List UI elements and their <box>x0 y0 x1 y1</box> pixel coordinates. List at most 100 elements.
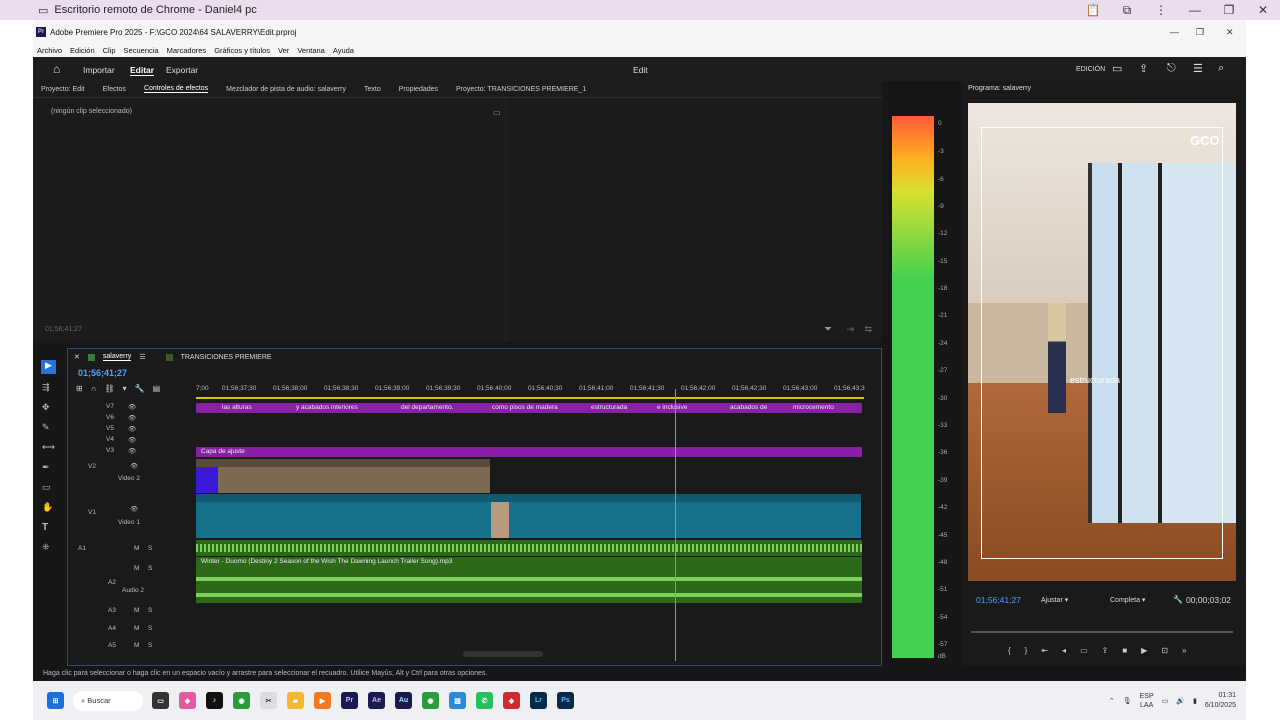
a2-audio-clip[interactable]: Winter - Duomo (Destiny 2 Season of the … <box>196 557 862 603</box>
share-icon[interactable]: ⇪ <box>1139 62 1148 75</box>
go-to-in-icon[interactable]: ⇤ <box>1041 646 1048 655</box>
loop-icon[interactable]: ⇆ <box>864 324 872 335</box>
mute-button[interactable]: M <box>134 545 139 552</box>
tab-project-edit[interactable]: Proyecto: Edit <box>41 86 85 93</box>
hand-tool-icon[interactable]: ✋ <box>42 502 53 513</box>
more-icon[interactable]: ⋮ <box>1144 3 1178 17</box>
task-view-icon[interactable]: ▭ <box>152 692 169 709</box>
export-frame-icon[interactable]: ⇥ <box>846 324 854 335</box>
mute-button[interactable]: M <box>134 565 139 572</box>
playhead[interactable] <box>675 389 676 661</box>
wrench-icon[interactable]: 🔧 <box>135 384 145 393</box>
whatsapp-icon[interactable]: ✆ <box>476 692 493 709</box>
caption-clip[interactable]: microcemento <box>793 404 834 411</box>
menu-graficos[interactable]: Gráficos y títulos <box>214 46 270 55</box>
import-tab[interactable]: Importar <box>83 65 115 75</box>
program-scrubber[interactable] <box>971 631 1233 633</box>
filter-icon[interactable]: ⏷ <box>824 324 832 335</box>
menu-marcadores[interactable]: Marcadores <box>167 46 207 55</box>
extension-icon[interactable]: ⧉ <box>1110 3 1144 18</box>
eye-icon[interactable]: 👁 <box>128 414 136 422</box>
workspace-mode[interactable]: EDICIÓN <box>1076 66 1105 73</box>
horizontal-zoom-scrollbar[interactable] <box>463 651 543 657</box>
caption-clip[interactable]: las alturas <box>222 404 252 411</box>
solo-button[interactable]: S <box>148 545 152 552</box>
tab-sequence-salaverry[interactable]: salaverry <box>102 353 132 361</box>
home-icon[interactable]: ⌂ <box>53 62 60 76</box>
caption-clip[interactable]: como pisos de madera <box>492 404 558 411</box>
tab-project-transitions[interactable]: Proyecto: TRANSICIONES PREMIERE_1 <box>456 86 586 93</box>
ripple-edit-tool-icon[interactable]: ✥ <box>42 402 50 413</box>
widgets-icon[interactable]: ◈ <box>179 692 196 709</box>
export-tab[interactable]: Exportar <box>166 65 198 75</box>
caption-track[interactable]: las alturas y acabados interiores del de… <box>196 403 862 413</box>
clock[interactable]: 01:31 6/10/2025 <box>1205 691 1236 711</box>
tab-properties[interactable]: Propiedades <box>399 86 438 93</box>
mark-out-icon[interactable]: } <box>1025 646 1028 655</box>
type-tool-icon[interactable]: T <box>42 522 48 533</box>
caption-clip[interactable]: y acabados interiores <box>296 404 358 411</box>
lightroom-icon[interactable]: Lr <box>530 692 547 709</box>
close-sequence-icon[interactable]: ✕ <box>74 353 80 361</box>
premiere-taskbar-icon[interactable]: Pr <box>341 692 358 709</box>
tiktok-icon[interactable]: ♪ <box>206 692 223 709</box>
sequence-menu-icon[interactable]: ☰ <box>139 353 145 361</box>
v1-clip-a[interactable]: IMG_3961.MOV <box>196 494 491 538</box>
photos-icon[interactable]: ▨ <box>449 692 466 709</box>
eye-icon[interactable]: 👁 <box>128 447 136 455</box>
caption-clip[interactable]: del departamento. <box>401 404 453 411</box>
caption-tool-icon[interactable]: ⁜ <box>42 542 50 553</box>
search-icon[interactable]: ⌕ <box>1218 62 1224 75</box>
tab-sequence-transitions[interactable]: TRANSICIONES PREMIERE <box>181 354 272 361</box>
chevron-up-icon[interactable]: ⌃ <box>1109 697 1115 705</box>
more-buttons-icon[interactable]: » <box>1182 646 1186 655</box>
tab-text[interactable]: Texto <box>364 86 381 93</box>
v1-clip-b[interactable]: IMG_3886.MOV <box>491 494 861 538</box>
chrome-icon[interactable]: ◉ <box>233 692 250 709</box>
menu-secuencia[interactable]: Secuencia <box>124 46 159 55</box>
mute-button[interactable]: M <box>134 625 139 632</box>
after-effects-icon[interactable]: Ae <box>368 692 385 709</box>
file-explorer-icon[interactable]: ▰ <box>287 692 304 709</box>
mark-in-icon[interactable]: { <box>1008 646 1011 655</box>
edit-tab[interactable]: Editar <box>130 65 155 76</box>
time-ruler[interactable]: 7;00 01;56;37;30 01;56;38;00 01;56;38;30… <box>196 383 865 399</box>
eye-icon[interactable]: 👁 <box>130 462 138 470</box>
wrench-icon[interactable]: 🔧 <box>1173 595 1183 604</box>
snipping-icon[interactable]: ✂ <box>260 692 277 709</box>
audition-icon[interactable]: Au <box>395 692 412 709</box>
solo-button[interactable]: S <box>148 565 152 572</box>
menu-clip[interactable]: Clip <box>103 46 116 55</box>
microphone-icon[interactable]: 🎙 <box>1123 697 1132 705</box>
anydesk-icon[interactable]: ◆ <box>503 692 520 709</box>
program-video-frame[interactable]: GCO estructurada <box>968 103 1236 581</box>
v2-clip[interactable]: IMG_3925.MOV <box>196 459 490 493</box>
maximize-button[interactable]: ❐ <box>1212 3 1246 17</box>
solo-button[interactable]: S <box>148 642 152 649</box>
menu-ver[interactable]: Ver <box>278 46 289 55</box>
pr-maximize-button[interactable]: ❐ <box>1196 27 1204 38</box>
safe-margins-icon[interactable]: ▭ <box>1080 646 1088 655</box>
photoshop-icon[interactable]: Ps <box>557 692 574 709</box>
volume-icon[interactable]: 🔊 <box>1176 697 1185 705</box>
search-box[interactable]: ⌕ Buscar <box>73 690 143 711</box>
multicam-icon[interactable]: ⊡ <box>1161 646 1168 655</box>
minimize-button[interactable]: — <box>1178 3 1212 17</box>
track-select-tool-icon[interactable]: ⇶ <box>42 382 50 393</box>
media-player-icon[interactable]: ▶ <box>314 692 331 709</box>
program-timecode[interactable]: 01;56;41;27 <box>976 595 1021 605</box>
eye-icon[interactable]: 👁 <box>128 436 136 444</box>
fit-dropdown[interactable]: Ajustar ▾ <box>1041 596 1068 604</box>
quick-export-icon[interactable]: ⎋ <box>1167 62 1176 75</box>
export-frame-icon[interactable]: ⇪ <box>1102 646 1109 655</box>
stop-icon[interactable]: ■ <box>1122 646 1127 655</box>
settings-icon[interactable]: ☰ <box>1193 62 1203 75</box>
close-button[interactable]: ✕ <box>1246 3 1280 17</box>
a1-audio-clip[interactable] <box>196 540 862 556</box>
menu-archivo[interactable]: Archivo <box>37 46 62 55</box>
chrome-profile-icon[interactable]: ◉ <box>422 692 439 709</box>
mute-button[interactable]: M <box>134 642 139 649</box>
pr-close-button[interactable]: ✕ <box>1226 27 1234 38</box>
eye-icon[interactable]: 👁 <box>128 403 136 411</box>
solo-button[interactable]: S <box>148 607 152 614</box>
